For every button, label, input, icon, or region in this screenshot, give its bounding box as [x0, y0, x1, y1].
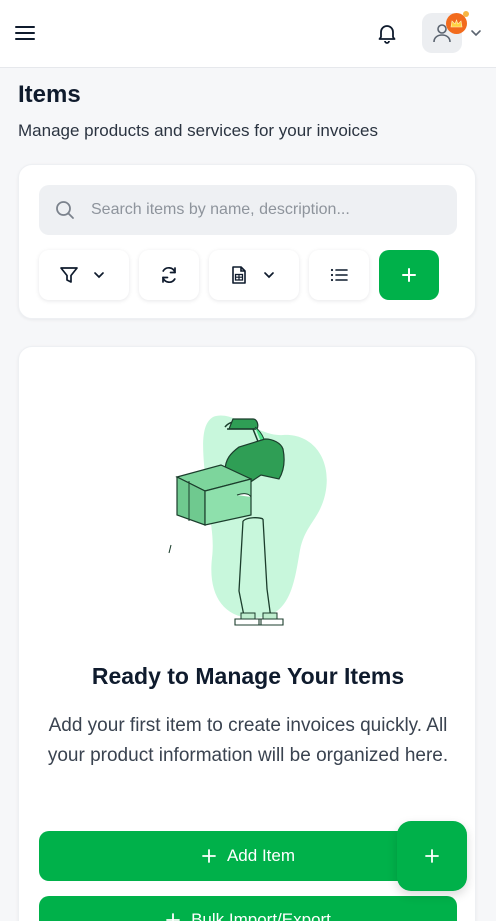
add-button[interactable] — [379, 250, 439, 300]
hamburger-icon[interactable] — [14, 22, 36, 44]
plus-icon — [166, 913, 180, 921]
chevron-down-icon — [94, 272, 104, 279]
chevron-down-icon — [471, 30, 481, 37]
chevron-down-icon — [264, 272, 274, 279]
page-subtitle: Manage products and services for your in… — [18, 121, 379, 140]
bell-icon[interactable] — [376, 22, 398, 44]
plus-icon — [425, 849, 439, 863]
plus-icon — [202, 849, 216, 863]
filter-button[interactable] — [39, 250, 129, 300]
top-bar — [0, 0, 496, 68]
search-icon — [56, 201, 74, 219]
refresh-button[interactable] — [139, 250, 199, 300]
refresh-icon — [162, 267, 176, 283]
search-bar — [39, 185, 457, 235]
empty-state-illustration — [168, 415, 327, 626]
profile-menu[interactable] — [422, 11, 486, 53]
empty-state-description: Add your first item to create invoices q… — [47, 715, 449, 766]
search-input[interactable] — [91, 185, 441, 235]
list-icon — [330, 268, 348, 282]
bulk-import-export-button[interactable]: Bulk Import/Export — [39, 896, 457, 921]
add-item-label: Add Item — [226, 846, 296, 865]
empty-state-title: Ready to Manage Your Items — [91, 663, 405, 689]
premium-dot — [463, 11, 469, 17]
plus-icon — [402, 268, 416, 282]
page-title: Items — [18, 81, 81, 108]
filter-icon — [60, 267, 78, 283]
spreadsheet-icon — [232, 266, 246, 284]
bulk-import-export-label: Bulk Import/Export — [191, 910, 331, 921]
list-view-button[interactable] — [309, 250, 369, 300]
add-item-button[interactable]: Add Item — [39, 831, 457, 881]
floating-add-button[interactable] — [397, 821, 467, 891]
export-button[interactable] — [209, 250, 299, 300]
toolbar-card — [18, 164, 476, 319]
